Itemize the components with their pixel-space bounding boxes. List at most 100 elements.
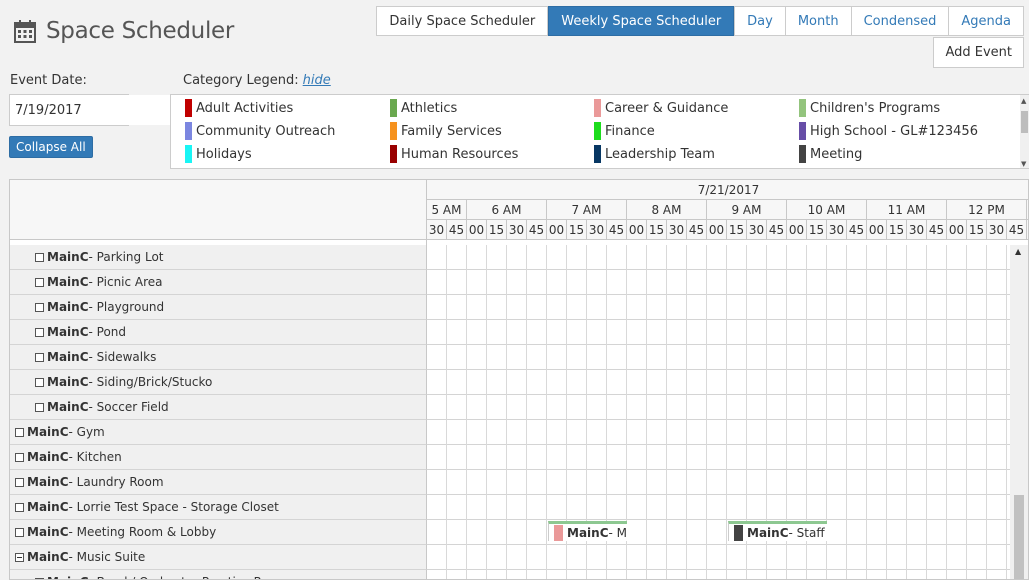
event-block[interactable]: MainC - Ma — [548, 521, 627, 541]
checkbox-icon[interactable] — [35, 277, 44, 287]
resource-label[interactable]: MainC - Kitchen — [10, 445, 427, 470]
time-slots[interactable] — [427, 495, 1028, 520]
scroll-thumb[interactable] — [1014, 495, 1024, 579]
slot-divider — [926, 470, 927, 495]
slot-divider — [566, 470, 567, 495]
slot-divider — [786, 320, 787, 345]
resource-label[interactable]: MainC - Music Suite — [10, 545, 427, 570]
table-row: MainC - Soccer Field — [10, 395, 1028, 420]
resource-label[interactable]: MainC - Laundry Room — [10, 470, 427, 495]
resource-prefix: MainC — [47, 250, 89, 264]
time-slots[interactable] — [427, 445, 1028, 470]
time-slots[interactable] — [427, 420, 1028, 445]
event-date-input[interactable] — [10, 95, 185, 125]
event-block[interactable]: MainC - Staff I — [728, 521, 827, 541]
resource-label[interactable]: MainC - Pond — [10, 320, 427, 345]
slot-divider — [466, 470, 467, 495]
checkbox-icon[interactable] — [35, 302, 44, 312]
slot-divider — [766, 495, 767, 520]
minute-label: 15 — [567, 220, 587, 240]
resource-label[interactable]: MainC - Meeting Room & Lobby — [10, 520, 427, 545]
time-slots[interactable] — [427, 470, 1028, 495]
slot-divider — [826, 495, 827, 520]
slot-divider — [866, 370, 867, 395]
minute-label: 15 — [487, 220, 507, 240]
tab-daily-space-scheduler[interactable]: Daily Space Scheduler — [376, 6, 549, 36]
slot-divider — [586, 570, 587, 579]
grid-scrollbar[interactable]: ▲ — [1010, 245, 1028, 579]
resource-label[interactable]: MainC - Playground — [10, 295, 427, 320]
scroll-up-icon[interactable]: ▲ — [1015, 247, 1021, 256]
slot-divider — [446, 270, 447, 295]
tab-month[interactable]: Month — [784, 6, 852, 36]
legend-item: Community Outreach — [185, 122, 335, 140]
checkbox-icon[interactable] — [15, 427, 24, 437]
resource-prefix: MainC — [27, 500, 69, 514]
resource-label[interactable]: MainC - Parking Lot — [10, 245, 427, 270]
minute-label: 30 — [827, 220, 847, 240]
time-slots[interactable] — [427, 570, 1028, 579]
resource-label[interactable]: MainC - Sidewalks — [10, 345, 427, 370]
scroll-down-icon[interactable]: ▼ — [1021, 160, 1026, 168]
checkbox-icon[interactable] — [15, 502, 24, 512]
checkbox-icon[interactable] — [15, 477, 24, 487]
tab-condensed[interactable]: Condensed — [850, 6, 950, 36]
checkbox-icon[interactable] — [35, 352, 44, 362]
time-slots[interactable] — [427, 245, 1028, 270]
checkbox-icon[interactable] — [15, 527, 24, 537]
slot-divider — [926, 545, 927, 570]
slot-divider — [626, 445, 627, 470]
resource-label[interactable]: MainC - Lorrie Test Space - Storage Clos… — [10, 495, 427, 520]
tab-day[interactable]: Day — [734, 6, 786, 36]
slot-divider — [806, 245, 807, 270]
resource-label[interactable]: MainC - Soccer Field — [10, 395, 427, 420]
slot-divider — [526, 295, 527, 320]
legend-hide-link[interactable]: hide — [303, 73, 331, 88]
slot-divider — [446, 320, 447, 345]
slot-divider — [486, 420, 487, 445]
slot-divider — [506, 445, 507, 470]
legend-swatch — [390, 145, 397, 163]
slot-divider — [466, 420, 467, 445]
slot-divider — [546, 395, 547, 420]
slot-divider — [706, 545, 707, 570]
slot-divider — [606, 470, 607, 495]
tab-agenda[interactable]: Agenda — [948, 6, 1024, 36]
slot-divider — [666, 370, 667, 395]
scroll-up-icon[interactable]: ▲ — [1021, 97, 1026, 105]
slot-divider — [1006, 420, 1007, 445]
slot-divider — [726, 345, 727, 370]
checkbox-icon[interactable] — [35, 402, 44, 412]
time-slots[interactable] — [427, 545, 1028, 570]
resource-label[interactable]: MainC - Siding/Brick/Stucko — [10, 370, 427, 395]
slot-divider — [526, 245, 527, 270]
resource-label[interactable]: MainC - Gym — [10, 420, 427, 445]
collapse-toggle-icon[interactable] — [15, 552, 24, 562]
slot-divider — [966, 345, 967, 370]
checkbox-icon[interactable] — [35, 252, 44, 262]
table-row: MainC - Band / Orchestra Practice Room — [10, 570, 1028, 579]
time-slots[interactable] — [427, 395, 1028, 420]
category-legend-header: Category Legend: hide — [183, 73, 331, 88]
legend-scrollbar[interactable]: ▲ ▼ — [1020, 95, 1029, 168]
time-slots[interactable] — [427, 295, 1028, 320]
slot-divider — [966, 520, 967, 545]
add-event-button[interactable]: Add Event — [933, 37, 1024, 68]
tab-weekly-space-scheduler[interactable]: Weekly Space Scheduler — [548, 6, 735, 36]
slot-divider — [546, 495, 547, 520]
slot-divider — [666, 320, 667, 345]
scroll-thumb[interactable] — [1021, 111, 1028, 133]
slot-divider — [546, 570, 547, 579]
collapse-all-button[interactable]: Collapse All — [9, 136, 93, 158]
checkbox-icon[interactable] — [35, 377, 44, 387]
time-slots[interactable] — [427, 370, 1028, 395]
resource-label[interactable]: MainC - Picnic Area — [10, 270, 427, 295]
resource-label[interactable]: MainC - Band / Orchestra Practice Room — [10, 570, 427, 579]
slot-divider — [886, 370, 887, 395]
checkbox-icon[interactable] — [35, 327, 44, 337]
time-slots[interactable] — [427, 270, 1028, 295]
slot-divider — [526, 445, 527, 470]
time-slots[interactable] — [427, 345, 1028, 370]
checkbox-icon[interactable] — [15, 452, 24, 462]
time-slots[interactable] — [427, 320, 1028, 345]
